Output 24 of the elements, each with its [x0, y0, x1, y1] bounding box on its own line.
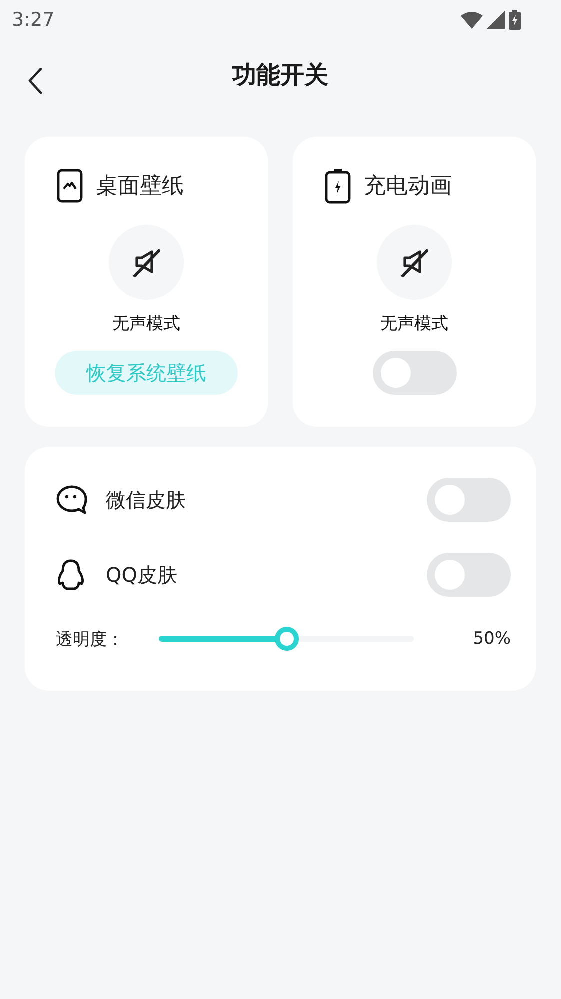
picture-frame-icon — [57, 169, 83, 203]
battery-charging-icon — [325, 168, 351, 204]
page-title: 功能开关 — [232, 60, 328, 91]
battery-charging-icon — [509, 10, 521, 30]
skin-label: QQ皮肤 — [106, 562, 178, 588]
signal-icon — [487, 11, 505, 29]
card-title: 桌面壁纸 — [96, 173, 184, 201]
toggle-switch[interactable] — [427, 553, 511, 597]
mode-label: 无声模式 — [380, 313, 448, 336]
restore-wallpaper-button[interactable]: 恢复系统壁纸 — [55, 351, 238, 395]
chat-bubble-icon — [56, 485, 88, 515]
penguin-icon — [56, 559, 86, 591]
toggle-switch[interactable] — [372, 351, 456, 395]
status-time: 3:27 — [12, 9, 55, 31]
slider-thumb[interactable] — [274, 627, 298, 651]
toggle-switch[interactable] — [427, 478, 511, 522]
opacity-value: 50% — [473, 629, 511, 649]
skin-label: 微信皮肤 — [106, 486, 187, 514]
opacity-label: 透明度： — [56, 628, 125, 650]
card-title: 充电动画 — [364, 173, 452, 201]
wifi-icon — [461, 11, 483, 29]
mute-icon — [400, 248, 430, 278]
mute-icon — [132, 248, 162, 278]
mode-label: 无声模式 — [112, 313, 180, 336]
